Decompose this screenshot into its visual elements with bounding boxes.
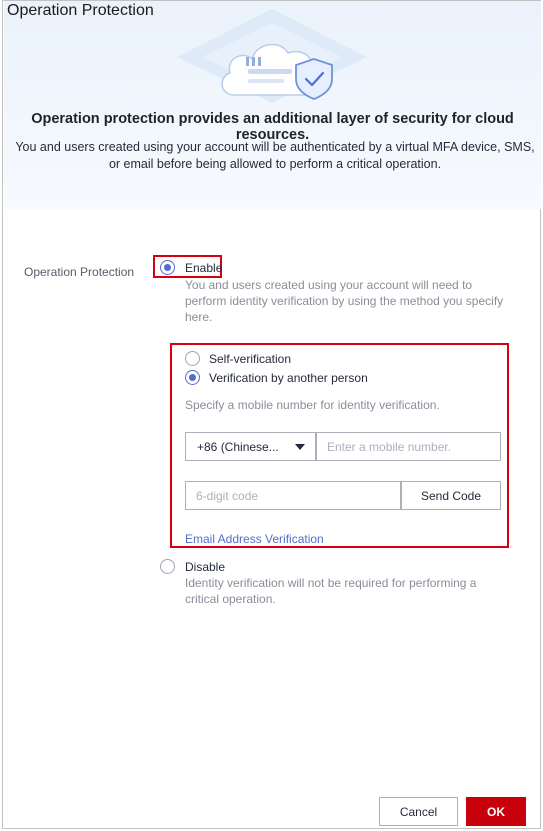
- cloud-shield-illustration: [177, 9, 367, 103]
- banner-description: You and users created using your account…: [15, 140, 535, 171]
- country-code-value: +86 (Chinese...: [197, 440, 279, 454]
- country-code-select[interactable]: +86 (Chinese...: [185, 432, 316, 461]
- verification-code-input[interactable]: [185, 481, 401, 510]
- cancel-button[interactable]: Cancel: [379, 797, 458, 826]
- caret-down-icon: [295, 444, 305, 450]
- enable-description-line: here.: [185, 310, 213, 324]
- enable-label[interactable]: Enable: [185, 261, 222, 275]
- disable-label[interactable]: Disable: [185, 560, 225, 574]
- email-verification-link[interactable]: Email Address Verification: [185, 532, 324, 546]
- disable-description: Identity verification will not be requir…: [185, 575, 476, 607]
- operation-protection-label: Operation Protection: [24, 265, 135, 279]
- enable-description-line: perform identity verification by using t…: [185, 294, 504, 308]
- info-banner: Operation protection provides an additio…: [4, 1, 541, 209]
- enable-radio[interactable]: [160, 260, 175, 275]
- ok-button[interactable]: OK: [466, 797, 526, 826]
- enable-description: You and users created using your account…: [185, 277, 503, 325]
- self-verification-radio[interactable]: [185, 351, 200, 366]
- other-person-verification-radio[interactable]: [185, 370, 200, 385]
- mobile-hint: Specify a mobile number for identity ver…: [185, 398, 440, 412]
- self-verification-label[interactable]: Self-verification: [209, 352, 291, 366]
- disable-description-line: critical operation.: [185, 592, 276, 606]
- other-person-verification-label[interactable]: Verification by another person: [209, 371, 368, 385]
- send-code-button[interactable]: Send Code: [401, 481, 501, 510]
- dialog-title: Operation Protection: [7, 2, 154, 19]
- disable-radio[interactable]: [160, 559, 175, 574]
- disable-description-line: Identity verification will not be requir…: [185, 576, 477, 590]
- mobile-number-input[interactable]: [316, 432, 501, 461]
- enable-description-line: You and users created using your account…: [185, 278, 473, 292]
